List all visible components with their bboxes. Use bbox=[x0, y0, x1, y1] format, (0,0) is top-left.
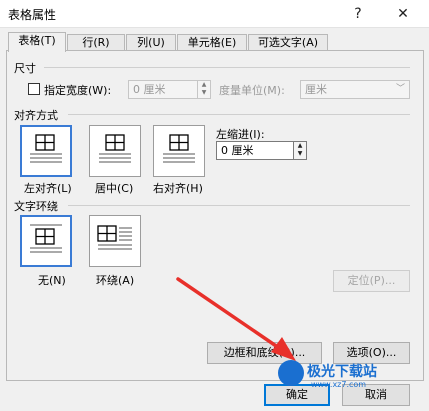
align-right-icon bbox=[163, 134, 195, 163]
size-divider bbox=[44, 67, 410, 68]
align-center-option[interactable] bbox=[89, 125, 141, 177]
position-button[interactable]: 定位(P)... bbox=[333, 270, 410, 292]
specify-width-label: 指定宽度(W): bbox=[44, 84, 112, 97]
tab-row[interactable]: 行(R) bbox=[67, 34, 125, 51]
close-button[interactable]: ✕ bbox=[385, 0, 421, 28]
wrap-around-option[interactable] bbox=[89, 215, 141, 267]
unit-value: 厘米 bbox=[305, 83, 327, 96]
chevron-down-icon: ﹀ bbox=[395, 84, 405, 94]
watermark-logo-icon bbox=[278, 360, 304, 386]
size-heading: 尺寸 bbox=[14, 62, 36, 75]
close-icon: ✕ bbox=[397, 6, 409, 22]
help-button[interactable]: ? bbox=[340, 0, 376, 28]
window-title: 表格属性 bbox=[8, 8, 57, 22]
alignment-heading: 对齐方式 bbox=[14, 109, 58, 122]
spin-down-icon: ▼ bbox=[297, 150, 303, 157]
tab-cell[interactable]: 单元格(E) bbox=[177, 34, 247, 51]
align-left-icon bbox=[30, 134, 62, 163]
wrap-none-label: 无(N) bbox=[38, 274, 66, 287]
indent-label: 左缩进(I): bbox=[216, 128, 265, 141]
specify-width-checkbox[interactable] bbox=[28, 83, 40, 95]
wrap-none-option[interactable] bbox=[20, 215, 72, 267]
width-spinner[interactable]: ▲ ▼ bbox=[197, 80, 211, 99]
alignment-divider bbox=[68, 114, 410, 115]
indent-spinner[interactable]: ▲ ▼ bbox=[293, 141, 307, 160]
width-input[interactable]: 0 厘米 bbox=[128, 80, 198, 99]
wrap-around-label: 环绕(A) bbox=[96, 274, 135, 287]
borders-shading-button[interactable]: 边框和底纹(B)... bbox=[207, 342, 322, 364]
indent-input[interactable]: 0 厘米 bbox=[216, 141, 294, 160]
watermark-text: 极光下载站 bbox=[307, 364, 377, 380]
align-left-label: 左对齐(L) bbox=[24, 182, 72, 195]
align-right-option[interactable] bbox=[153, 125, 205, 177]
align-left-option[interactable] bbox=[20, 125, 72, 177]
watermark-url: www.xz7.com bbox=[311, 380, 367, 389]
spin-up-icon: ▲ bbox=[201, 81, 207, 88]
spin-down-icon: ▼ bbox=[201, 89, 207, 96]
align-center-label: 居中(C) bbox=[95, 182, 134, 195]
align-right-label: 右对齐(H) bbox=[153, 182, 203, 195]
wrap-none-icon bbox=[30, 224, 62, 253]
wrap-heading: 文字环绕 bbox=[14, 200, 58, 213]
wrap-divider bbox=[68, 205, 410, 206]
tab-alt-text[interactable]: 可选文字(A) bbox=[248, 34, 328, 51]
unit-label: 度量单位(M): bbox=[219, 84, 285, 97]
spin-up-icon: ▲ bbox=[297, 142, 303, 149]
tab-column[interactable]: 列(U) bbox=[126, 34, 176, 51]
wrap-around-icon bbox=[97, 225, 132, 250]
align-center-icon bbox=[99, 134, 131, 163]
tab-table[interactable]: 表格(T) bbox=[8, 32, 66, 52]
unit-select[interactable]: 厘米 ﹀ bbox=[300, 80, 410, 99]
